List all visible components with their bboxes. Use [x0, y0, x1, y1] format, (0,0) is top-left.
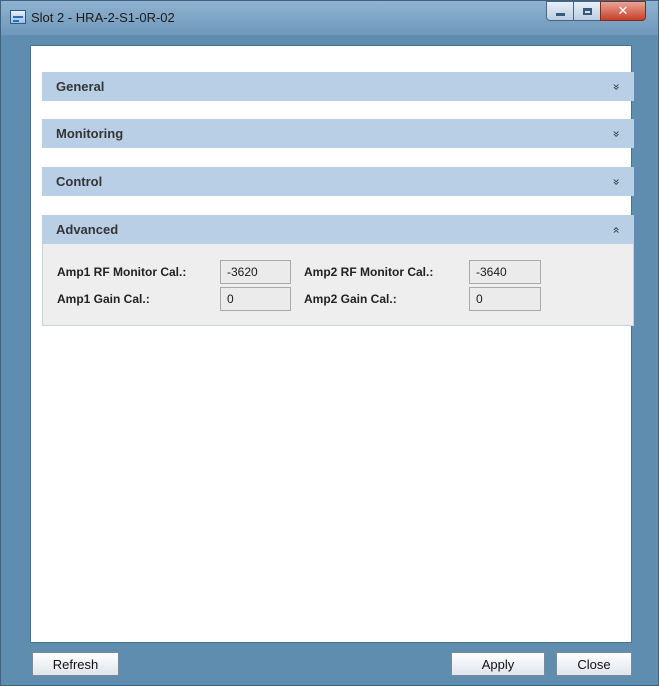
- amp1-gain-cal-field[interactable]: 0: [220, 287, 291, 311]
- window-controls: ✕: [546, 1, 646, 23]
- close-button[interactable]: Close: [556, 652, 632, 676]
- section-title-monitoring: Monitoring: [56, 126, 124, 141]
- amp2-gain-cal-label: Amp2 Gain Cal.:: [304, 292, 397, 306]
- section-title-control: Control: [56, 174, 103, 189]
- refresh-button[interactable]: Refresh: [32, 652, 119, 676]
- minimize-button[interactable]: [546, 1, 573, 21]
- section-title-advanced: Advanced: [56, 222, 119, 237]
- section-title-general: General: [56, 79, 105, 94]
- section-header-general[interactable]: General »: [42, 72, 634, 101]
- amp2-rf-monitor-cal-label: Amp2 RF Monitor Cal.:: [304, 265, 434, 279]
- amp2-gain-cal-field[interactable]: 0: [469, 287, 541, 311]
- maximize-button[interactable]: [573, 1, 600, 21]
- advanced-section-body: Amp1 RF Monitor Cal.: -3620 Amp2 RF Moni…: [42, 244, 634, 326]
- close-icon: ✕: [617, 3, 629, 19]
- expand-chevron-icon[interactable]: »: [609, 178, 623, 185]
- minimize-icon: [555, 12, 565, 16]
- section-header-monitoring[interactable]: Monitoring »: [42, 119, 634, 148]
- apply-button[interactable]: Apply: [451, 652, 545, 676]
- content-panel: General » Monitoring » Control » Advance…: [30, 45, 634, 643]
- title-bar[interactable]: Slot 2 - HRA-2-S1-0R-02 ✕: [1, 1, 658, 35]
- app-icon: [10, 10, 26, 24]
- expand-chevron-icon[interactable]: »: [609, 83, 623, 90]
- dialog-window: Slot 2 - HRA-2-S1-0R-02 ✕ General » Moni…: [0, 0, 659, 686]
- section-header-control[interactable]: Control »: [42, 167, 634, 196]
- section-header-advanced[interactable]: Advanced «: [42, 215, 634, 244]
- amp1-rf-monitor-cal-field[interactable]: -3620: [220, 260, 291, 284]
- amp1-rf-monitor-cal-label: Amp1 RF Monitor Cal.:: [57, 265, 187, 279]
- maximize-icon: [582, 7, 592, 15]
- amp1-gain-cal-label: Amp1 Gain Cal.:: [57, 292, 150, 306]
- collapse-chevron-icon[interactable]: «: [609, 226, 623, 233]
- expand-chevron-icon[interactable]: »: [609, 130, 623, 137]
- window-title: Slot 2 - HRA-2-S1-0R-02: [31, 10, 175, 25]
- close-window-button[interactable]: ✕: [600, 1, 646, 21]
- amp2-rf-monitor-cal-field[interactable]: -3640: [469, 260, 541, 284]
